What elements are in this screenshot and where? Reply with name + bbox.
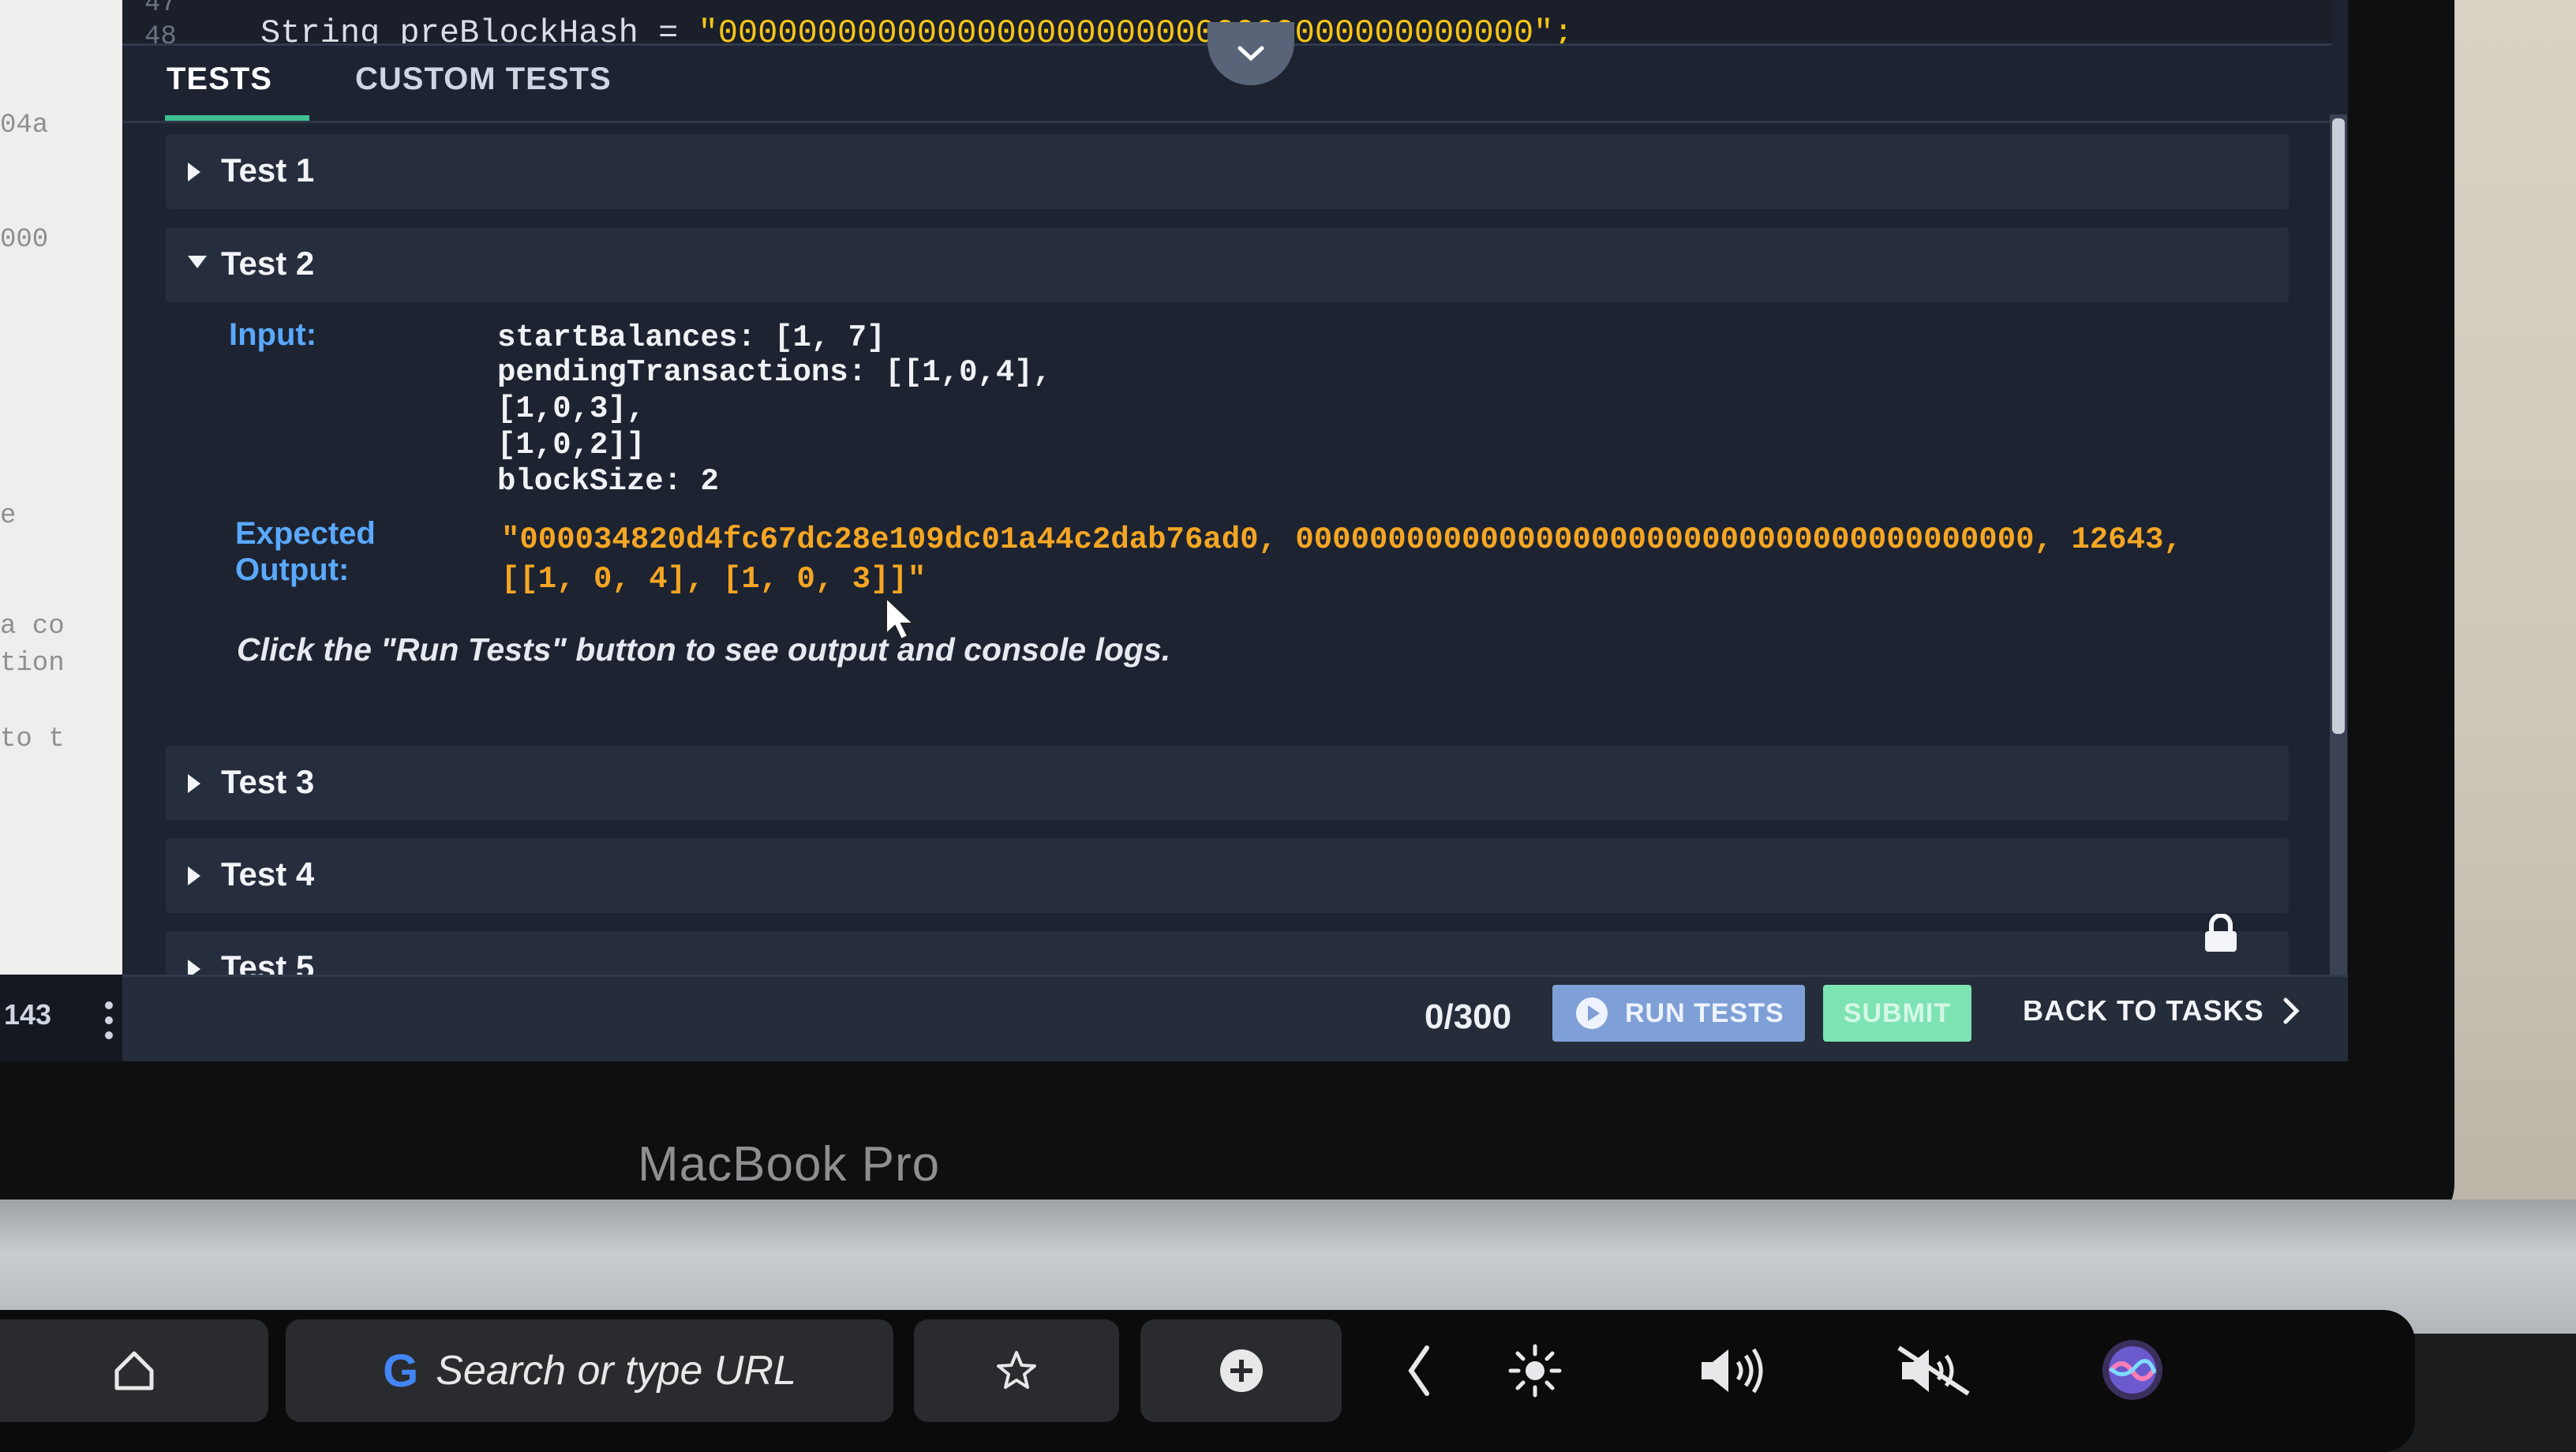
editor-fragment: 000 bbox=[0, 225, 49, 255]
caret-down-icon bbox=[188, 256, 207, 268]
siri-icon[interactable] bbox=[2099, 1337, 2166, 1403]
editor-fragment: 04a bbox=[0, 110, 49, 140]
editor-fragment: to t bbox=[0, 724, 65, 754]
input-line: blockSize: 2 bbox=[497, 464, 719, 499]
volume-icon[interactable] bbox=[1697, 1343, 1768, 1398]
editor-fragment: e bbox=[0, 501, 17, 531]
brightness-icon[interactable] bbox=[1507, 1343, 1563, 1398]
line-count: 143 bbox=[4, 998, 52, 1031]
back-to-tasks-label: BACK TO TASKS bbox=[2023, 994, 2264, 1027]
test-list: Test 1 Test 2 Input: startBalances: [1, … bbox=[122, 126, 2332, 975]
submit-button[interactable]: SUBMIT bbox=[1823, 985, 1971, 1042]
lock-icon bbox=[2205, 914, 2237, 952]
tab-tests[interactable]: TESTS bbox=[167, 62, 272, 97]
line-number: 48 bbox=[144, 22, 177, 46]
input-line: [1,0,2]] bbox=[497, 428, 646, 462]
test-panel: 47 48 String preBlockHash = "00000000000… bbox=[122, 0, 2348, 1061]
plus-circle-icon bbox=[1219, 1349, 1263, 1392]
touchbar-url-field[interactable]: G Search or type URL bbox=[286, 1319, 893, 1422]
mouse-cursor-icon bbox=[886, 596, 915, 641]
line-number: 47 bbox=[144, 0, 177, 19]
caret-right-icon bbox=[188, 960, 200, 975]
chevron-right-icon bbox=[2283, 997, 2300, 1024]
kebab-menu-icon[interactable] bbox=[103, 1001, 115, 1044]
code-line: String preBlockHash = "00000000000000000… bbox=[260, 14, 1574, 46]
caret-right-icon bbox=[188, 774, 200, 793]
run-hint: Click the "Run Tests" button to see outp… bbox=[237, 631, 1171, 668]
caret-right-icon bbox=[188, 163, 200, 182]
mute-icon[interactable] bbox=[1894, 1343, 1973, 1398]
test-label: Test 1 bbox=[221, 152, 315, 189]
expected-output: [[1, 0, 4], [1, 0, 3]]" bbox=[501, 562, 927, 597]
footer-bar: 0/300 RUN TESTS SUBMIT BACK TO TASKS bbox=[122, 975, 2348, 1061]
editor-fragment: a co bbox=[0, 612, 65, 642]
score-counter: 0/300 bbox=[1425, 997, 1512, 1036]
touchbar-bookmark-button[interactable] bbox=[914, 1319, 1119, 1422]
chevron-down-icon bbox=[1237, 46, 1264, 62]
run-tests-button[interactable]: RUN TESTS bbox=[1552, 985, 1805, 1042]
star-icon bbox=[997, 1351, 1036, 1389]
submit-label: SUBMIT bbox=[1843, 997, 1952, 1028]
touchbar-new-tab-button[interactable] bbox=[1140, 1319, 1342, 1422]
run-tests-label: RUN TESTS bbox=[1625, 997, 1784, 1028]
expected-label: Expected bbox=[235, 516, 376, 551]
laptop-screen: 04a 000 e a co tion to t 143 47 48 Strin… bbox=[0, 0, 2348, 1061]
expected-output: "000034820d4fc67dc28e109dc01a44c2dab76ad… bbox=[501, 522, 2182, 557]
touchbar-home-button[interactable] bbox=[0, 1319, 268, 1422]
test-label: Test 5 bbox=[221, 949, 315, 975]
background-wall bbox=[2442, 0, 2576, 1199]
back-to-tasks-button[interactable]: BACK TO TASKS bbox=[2023, 994, 2301, 1027]
test-row-1[interactable]: Test 1 bbox=[166, 134, 2289, 209]
editor-fragment: tion bbox=[0, 649, 65, 679]
test-2-details: Input: startBalances: [1, 7] pendingTran… bbox=[166, 316, 2289, 726]
test-row-3[interactable]: Test 3 bbox=[166, 746, 2289, 821]
input-line: pendingTransactions: [[1,0,4], bbox=[497, 355, 1052, 390]
test-row-5[interactable]: Test 5 bbox=[166, 914, 2289, 975]
input-label: Input: bbox=[229, 317, 317, 352]
device-label: MacBook Pro bbox=[638, 1137, 941, 1192]
input-line: [1,0,3], bbox=[497, 391, 646, 426]
code-string: "000000000000000000000000000000000000000… bbox=[698, 14, 1574, 46]
expected-label: Output: bbox=[235, 552, 350, 587]
test-row-2[interactable]: Test 2 bbox=[166, 227, 2289, 302]
google-icon: G bbox=[383, 1345, 419, 1397]
input-line: startBalances: [1, 7] bbox=[497, 320, 886, 355]
test-label: Test 3 bbox=[221, 763, 315, 800]
expand-arrow-icon[interactable] bbox=[1405, 1343, 1433, 1398]
touchbar-control-strip bbox=[1389, 1319, 2178, 1422]
code-text: String preBlockHash = bbox=[260, 14, 698, 46]
play-circle-icon bbox=[1576, 997, 1608, 1029]
tab-custom-tests[interactable]: CUSTOM TESTS bbox=[355, 62, 612, 97]
active-tab-indicator bbox=[165, 115, 309, 121]
test-label: Test 2 bbox=[221, 245, 315, 282]
home-icon bbox=[114, 1351, 154, 1390]
scrollbar-thumb[interactable] bbox=[2332, 118, 2345, 734]
test-row-4[interactable]: Test 4 bbox=[166, 838, 2289, 913]
caret-right-icon bbox=[188, 866, 200, 885]
test-label: Test 4 bbox=[221, 855, 315, 893]
url-placeholder: Search or type URL bbox=[436, 1348, 796, 1394]
touch-bar: G Search or type URL bbox=[0, 1319, 2383, 1438]
